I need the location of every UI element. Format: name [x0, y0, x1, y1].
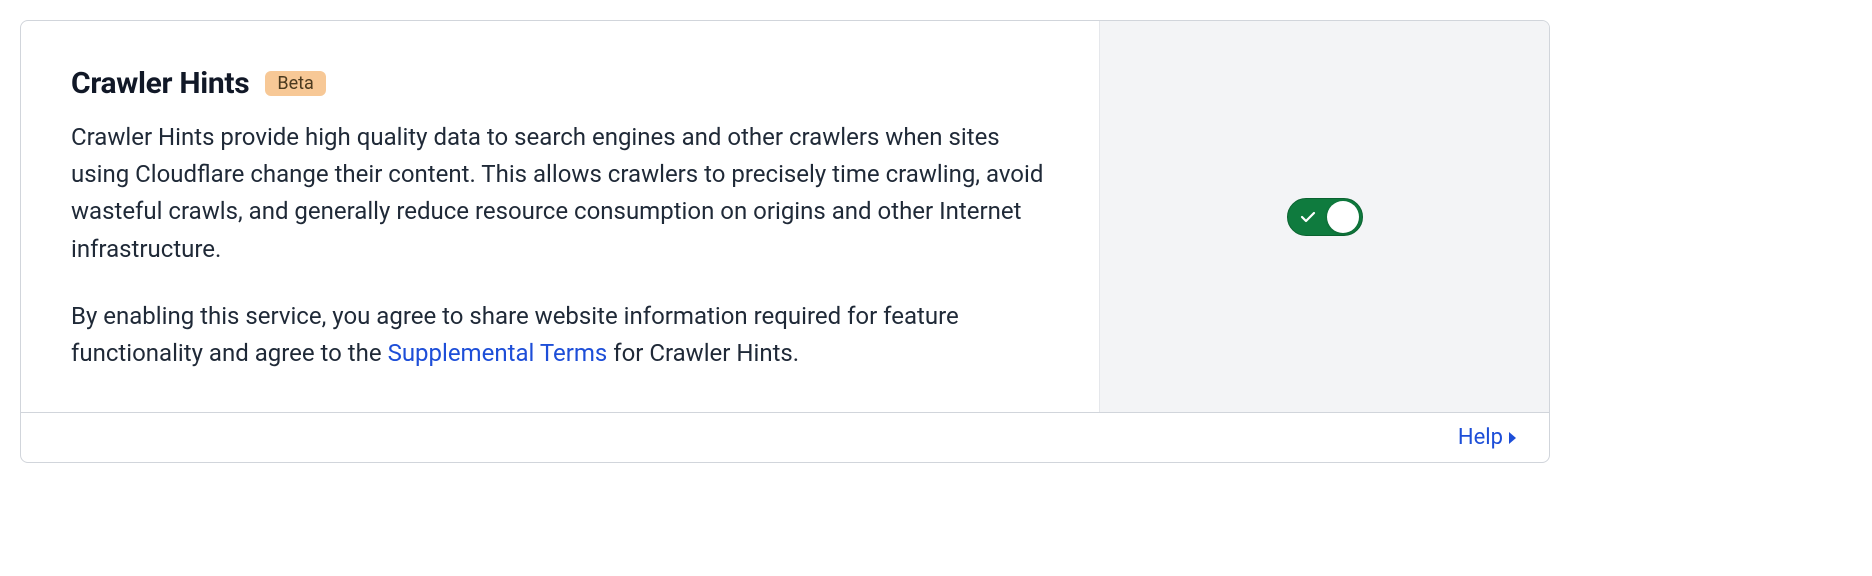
card-description-2: By enabling this service, you agree to s…	[71, 298, 1049, 372]
settings-card: Crawler Hints Beta Crawler Hints provide…	[20, 20, 1550, 463]
card-content: Crawler Hints Beta Crawler Hints provide…	[21, 21, 1099, 412]
help-label: Help	[1458, 425, 1503, 450]
help-link[interactable]: Help	[1458, 425, 1519, 450]
beta-badge: Beta	[265, 71, 325, 96]
card-body: Crawler Hints Beta Crawler Hints provide…	[21, 21, 1549, 412]
card-control-panel	[1099, 21, 1549, 412]
title-row: Crawler Hints Beta	[71, 66, 1049, 101]
toggle-knob	[1327, 201, 1359, 233]
card-footer: Help	[21, 412, 1549, 462]
card-title: Crawler Hints	[71, 66, 249, 101]
desc2-post: for Crawler Hints.	[607, 339, 799, 367]
chevron-right-icon	[1507, 431, 1519, 445]
supplemental-terms-link[interactable]: Supplemental Terms	[388, 339, 608, 367]
crawler-hints-toggle[interactable]	[1287, 198, 1363, 236]
card-description-1: Crawler Hints provide high quality data …	[71, 119, 1049, 268]
check-icon	[1300, 209, 1316, 225]
